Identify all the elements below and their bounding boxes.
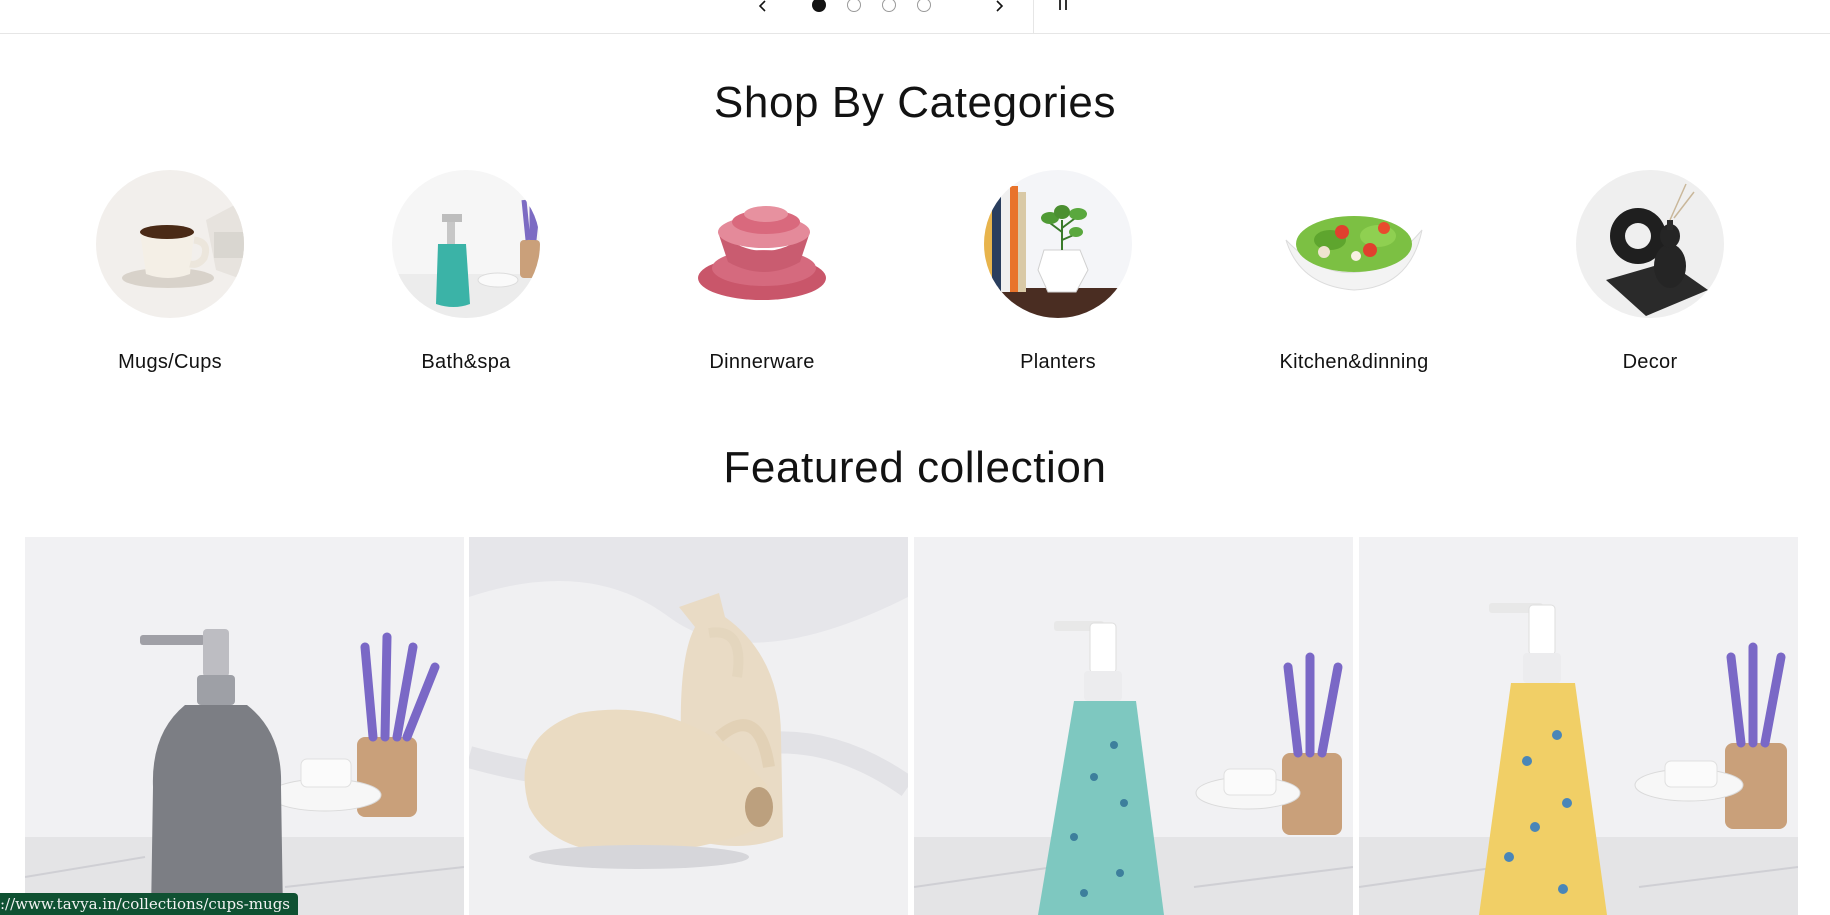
product-image[interactable] xyxy=(25,537,464,915)
category-dinnerware[interactable]: Dinnerware xyxy=(662,170,862,374)
category-image-dinnerware[interactable] xyxy=(688,170,836,318)
category-mugs-cups[interactable]: Mugs/Cups xyxy=(70,170,270,374)
category-label: Decor xyxy=(1622,351,1678,373)
category-label: Kitchen&dinning xyxy=(1279,351,1429,373)
product-image[interactable] xyxy=(1359,537,1798,915)
product-card-1[interactable] xyxy=(25,537,464,915)
chevron-right-icon xyxy=(996,0,1004,12)
category-label: Planters xyxy=(1020,351,1096,373)
category-label: Dinnerware xyxy=(709,351,815,373)
categories-heading: Shop By Categories xyxy=(713,78,1117,127)
category-image-planters[interactable] xyxy=(984,170,1132,318)
status-bar-url: ://www.tavya.in/collections/cups-mugs xyxy=(0,893,298,915)
controls-divider xyxy=(1033,0,1034,34)
category-label: Bath&spa xyxy=(421,351,511,373)
featured-heading: Featured collection xyxy=(723,443,1107,492)
category-decor[interactable]: Decor xyxy=(1550,170,1750,374)
slideshow-pause-button[interactable] xyxy=(1059,0,1073,12)
product-card-3[interactable] xyxy=(914,537,1353,915)
product-card-2[interactable] xyxy=(469,537,908,915)
category-image-decor[interactable] xyxy=(1576,170,1724,318)
pause-icon xyxy=(1059,0,1061,10)
product-image[interactable] xyxy=(469,537,908,915)
category-label: Mugs/Cups xyxy=(118,351,222,373)
product-card-4[interactable] xyxy=(1359,537,1798,915)
slideshow-controls xyxy=(0,0,1830,34)
slide-dots xyxy=(812,0,931,12)
category-kitchen-dinning[interactable]: Kitchen&dinning xyxy=(1254,170,1454,374)
product-image[interactable] xyxy=(914,537,1353,915)
chevron-left-icon xyxy=(758,0,766,12)
category-image-mugs[interactable] xyxy=(96,170,244,318)
category-image-kitchen[interactable] xyxy=(1280,170,1428,318)
category-planters[interactable]: Planters xyxy=(958,170,1158,374)
slide-dot-1[interactable] xyxy=(812,0,826,12)
category-bath-spa[interactable]: Bath&spa xyxy=(366,170,566,374)
slide-dot-3[interactable] xyxy=(882,0,896,12)
category-image-bath[interactable] xyxy=(392,170,540,318)
slide-prev-button[interactable] xyxy=(752,0,774,14)
slide-dot-4[interactable] xyxy=(917,0,931,12)
slide-dot-2[interactable] xyxy=(847,0,861,12)
slide-next-button[interactable] xyxy=(988,0,1010,14)
